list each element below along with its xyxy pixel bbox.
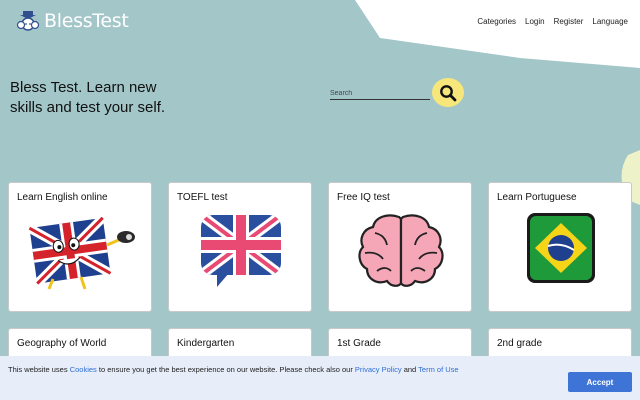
card-toefl-test[interactable]: TOEFL test bbox=[168, 182, 312, 312]
card-title: TOEFL test bbox=[177, 192, 228, 203]
cookie-banner: This website uses Cookies to ensure you … bbox=[0, 356, 640, 400]
card-title: Learn Portuguese bbox=[497, 192, 577, 203]
cookies-link[interactable]: Cookies bbox=[70, 365, 97, 374]
cookie-text-mid: to ensure you get the best experience on… bbox=[98, 365, 353, 374]
search-input[interactable] bbox=[330, 88, 430, 100]
search-button[interactable] bbox=[432, 78, 464, 107]
cookie-text-and: and bbox=[403, 365, 417, 374]
header: BlessTest Categories Login Register Lang… bbox=[0, 0, 640, 44]
cookie-text-pre: This website uses bbox=[8, 365, 68, 374]
nav-language[interactable]: Language bbox=[592, 17, 628, 26]
uk-flag-speech-bubble-icon bbox=[201, 215, 281, 287]
cookie-message: This website uses Cookies to ensure you … bbox=[8, 365, 459, 374]
top-nav: Categories Login Register Language bbox=[477, 17, 628, 26]
nav-register[interactable]: Register bbox=[554, 17, 584, 26]
search-icon bbox=[440, 84, 457, 101]
card-learn-portuguese[interactable]: Learn Portuguese bbox=[488, 182, 632, 312]
card-title: 1st Grade bbox=[337, 338, 381, 349]
card-learn-english[interactable]: Learn English online bbox=[8, 182, 152, 312]
card-title: Geography of World bbox=[17, 338, 107, 349]
logo[interactable]: BlessTest bbox=[16, 10, 129, 32]
logo-text: BlessTest bbox=[44, 10, 129, 32]
accept-button[interactable]: Accept bbox=[568, 372, 632, 392]
brain-icon bbox=[358, 214, 444, 287]
logo-icon bbox=[16, 11, 40, 31]
card-title: 2nd grade bbox=[497, 338, 543, 349]
nav-login[interactable]: Login bbox=[525, 17, 545, 26]
hero-tagline: Bless Test. Learn new skills and test yo… bbox=[10, 79, 166, 116]
brazil-flag-icon bbox=[527, 213, 595, 283]
card-title: Kindergarten bbox=[177, 338, 235, 349]
privacy-policy-link[interactable]: Privacy Policy bbox=[355, 365, 402, 374]
card-free-iq-test[interactable]: Free IQ test bbox=[328, 182, 472, 312]
uk-flag-mascot-icon bbox=[27, 214, 135, 290]
nav-categories[interactable]: Categories bbox=[477, 17, 516, 26]
card-title: Free IQ test bbox=[337, 192, 390, 203]
card-title: Learn English online bbox=[17, 192, 108, 203]
terms-of-use-link[interactable]: Term of Use bbox=[418, 365, 458, 374]
